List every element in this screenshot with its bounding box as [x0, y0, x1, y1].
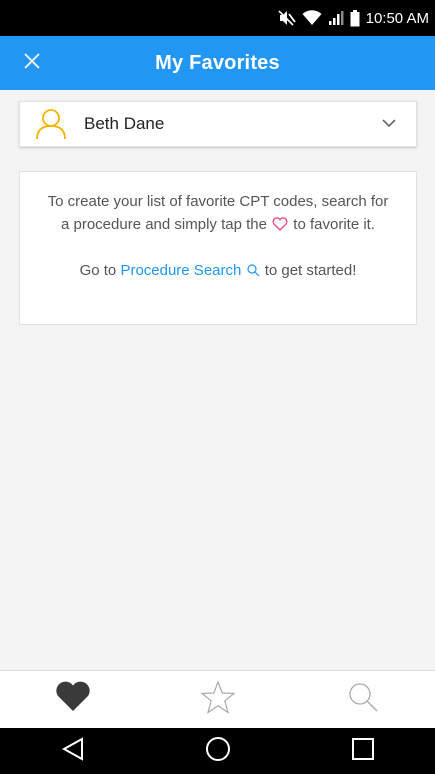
heart-outline-icon	[272, 215, 288, 238]
home-icon[interactable]	[205, 736, 231, 767]
recents-icon[interactable]	[351, 737, 375, 766]
close-icon[interactable]	[24, 52, 40, 74]
system-nav-bar	[0, 728, 435, 774]
wifi-icon	[302, 10, 322, 26]
search-icon[interactable]	[347, 681, 379, 718]
user-name: Beth Dane	[84, 114, 165, 133]
bottom-tab-bar	[0, 670, 435, 728]
status-time: 10:50 AM	[365, 9, 429, 27]
back-button[interactable]	[43, 731, 103, 771]
tab-search[interactable]	[333, 675, 393, 725]
user-icon	[34, 107, 68, 141]
battery-icon	[350, 9, 360, 27]
empty-favorites-card: To create your list of favorite CPT code…	[19, 171, 417, 325]
instructions-text: To create your list of favorite CPT code…	[42, 190, 394, 238]
recents-button[interactable]	[333, 731, 393, 771]
tab-favorites[interactable]	[43, 675, 103, 725]
status-icons	[278, 9, 360, 27]
status-bar: 10:50 AM	[0, 0, 435, 36]
tab-starred[interactable]	[188, 675, 248, 725]
star-icon[interactable]	[199, 680, 236, 719]
home-button[interactable]	[188, 731, 248, 771]
heart-icon[interactable]	[54, 681, 92, 718]
chevron-down-icon[interactable]	[382, 115, 396, 133]
page-title: My Favorites	[155, 51, 280, 74]
search-small-icon	[246, 261, 260, 284]
get-started-part2: to get started!	[264, 262, 357, 279]
close-button[interactable]	[18, 49, 46, 77]
back-icon[interactable]	[61, 736, 84, 766]
get-started-part1: Go to	[79, 262, 117, 279]
mute-icon	[278, 10, 296, 26]
user-selector-dropdown[interactable]: Beth Dane	[19, 101, 417, 147]
app-header: My Favorites	[0, 36, 435, 90]
get-started-text: Go to Procedure Search to get started!	[42, 259, 394, 284]
procedure-search-link[interactable]: Procedure Search	[120, 262, 241, 279]
signal-icon	[328, 10, 344, 26]
instructions-part2: to favorite it.	[293, 216, 375, 233]
